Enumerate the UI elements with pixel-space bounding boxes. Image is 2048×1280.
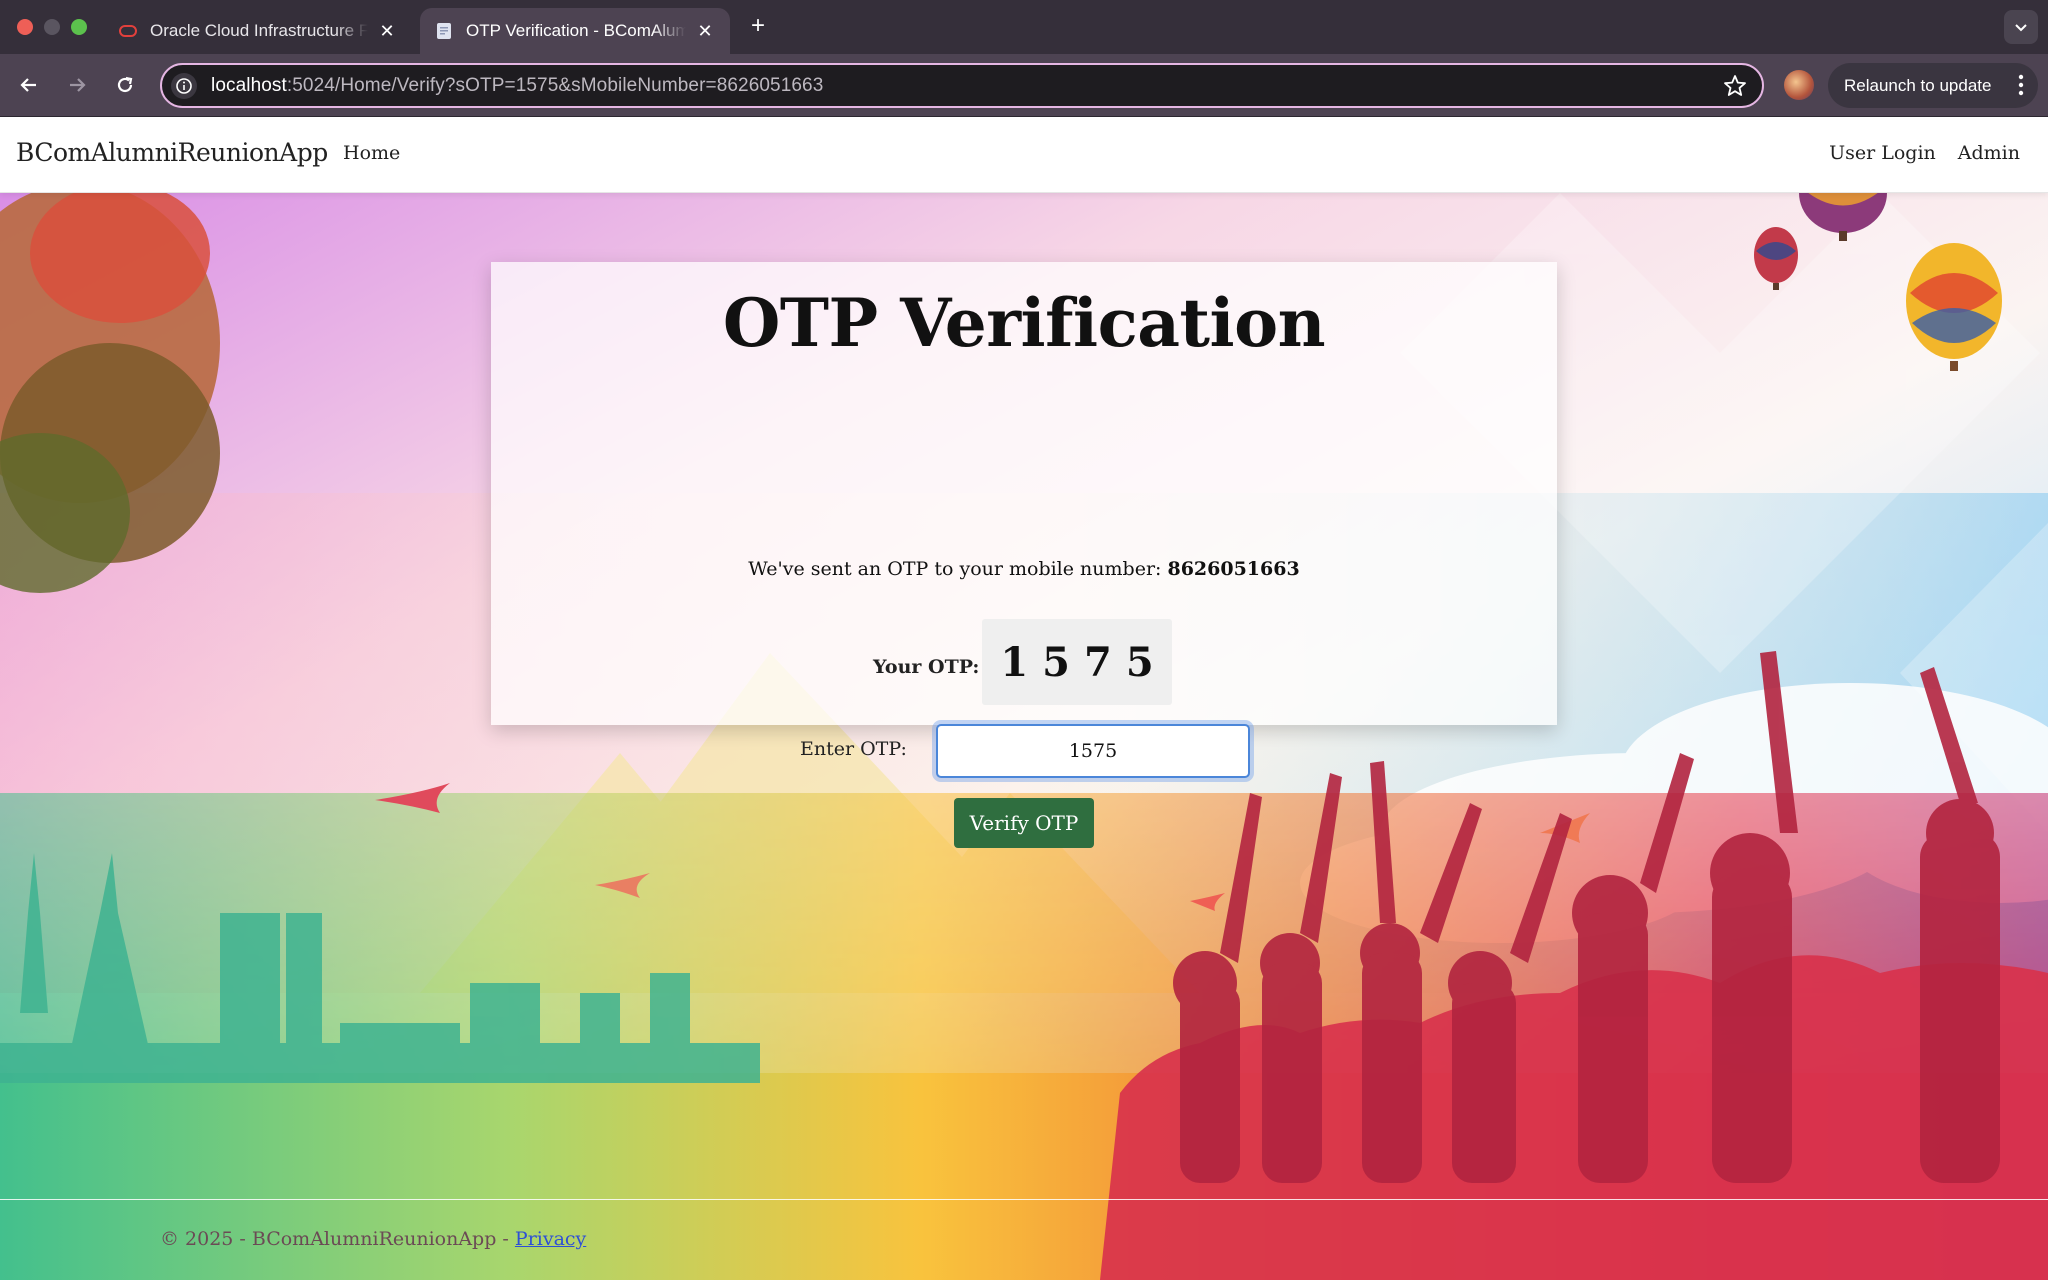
nav-home-link[interactable]: Home: [343, 142, 400, 164]
your-otp-label: Your OTP:: [873, 656, 980, 678]
close-tab-icon[interactable]: ✕: [376, 20, 398, 42]
otp-input[interactable]: [936, 724, 1250, 778]
chevron-down-icon: [2015, 24, 2027, 32]
verify-otp-button[interactable]: Verify OTP: [954, 798, 1094, 848]
otp-sent-text: We've sent an OTP to your mobile number:: [748, 558, 1162, 580]
enter-otp-label: Enter OTP:: [800, 738, 907, 760]
app-navbar: BComAlumniReunionApp Home User Login Adm…: [0, 118, 2048, 193]
tab-title: OTP Verification - BComAlumniReunionApp: [466, 21, 686, 40]
tab-title: Oracle Cloud Infrastructure Federated Lo…: [150, 21, 368, 40]
url-text: localhost:5024/Home/Verify?sOTP=1575&sMo…: [211, 75, 823, 97]
nav-admin-link[interactable]: Admin: [1958, 142, 2020, 164]
copyright-text: © 2025 - BComAlumniReunionApp -: [160, 1228, 509, 1250]
footer-divider: [0, 1199, 2048, 1200]
page-title: OTP Verification: [722, 284, 1326, 362]
browser-toolbar: localhost:5024/Home/Verify?sOTP=1575&sMo…: [0, 54, 2048, 117]
arrow-left-icon: [20, 78, 36, 92]
bookmark-star-icon[interactable]: [1722, 73, 1748, 99]
nav-user-login-link[interactable]: User Login: [1829, 142, 1936, 164]
minimize-window-button[interactable]: [44, 19, 60, 35]
reload-button[interactable]: [109, 69, 141, 101]
relaunch-label: Relaunch to update: [1844, 75, 1992, 95]
maximize-window-button[interactable]: [71, 19, 87, 35]
new-tab-button[interactable]: +: [744, 12, 772, 40]
close-window-button[interactable]: [17, 19, 33, 35]
reload-icon: [117, 76, 133, 93]
back-button[interactable]: [13, 69, 45, 101]
close-tab-icon[interactable]: ✕: [694, 20, 716, 42]
forward-button[interactable]: [61, 69, 93, 101]
tab-search-button[interactable]: [2004, 10, 2038, 44]
privacy-link[interactable]: Privacy: [515, 1228, 586, 1250]
otp-code-display: 1575: [982, 619, 1172, 705]
more-options-icon[interactable]: [2018, 73, 2024, 97]
mobile-number: 8626051663: [1167, 558, 1300, 580]
browser-tab-bar: Oracle Cloud Infrastructure Federated Lo…: [0, 0, 2048, 54]
nav-right-links: User Login Admin: [1829, 142, 2020, 164]
address-bar[interactable]: localhost:5024/Home/Verify?sOTP=1575&sMo…: [160, 63, 1764, 108]
url-path: :5024/Home/Verify?sOTP=1575&sMobileNumbe…: [286, 74, 824, 96]
relaunch-update-button[interactable]: Relaunch to update: [1828, 63, 2038, 108]
profile-avatar[interactable]: [1784, 70, 1814, 100]
arrow-right-icon: [70, 78, 86, 92]
oracle-icon: [119, 25, 137, 37]
url-host: localhost: [211, 74, 287, 96]
site-info-icon[interactable]: [171, 72, 197, 99]
browser-tab-oracle[interactable]: Oracle Cloud Infrastructure Federated Lo…: [104, 8, 412, 54]
otp-verification-card: OTP Verification We've sent an OTP to yo…: [491, 262, 1557, 848]
otp-sent-message: We've sent an OTP to your mobile number:…: [491, 558, 1557, 580]
page-viewport: BComAlumniReunionApp Home User Login Adm…: [0, 118, 2048, 1280]
browser-tab-otp-verification[interactable]: OTP Verification - BComAlumniReunionApp …: [420, 8, 730, 54]
document-icon: [437, 23, 451, 39]
brand-link[interactable]: BComAlumniReunionApp: [16, 138, 328, 167]
page-footer: © 2025 - BComAlumniReunionApp - Privacy: [160, 1228, 586, 1250]
